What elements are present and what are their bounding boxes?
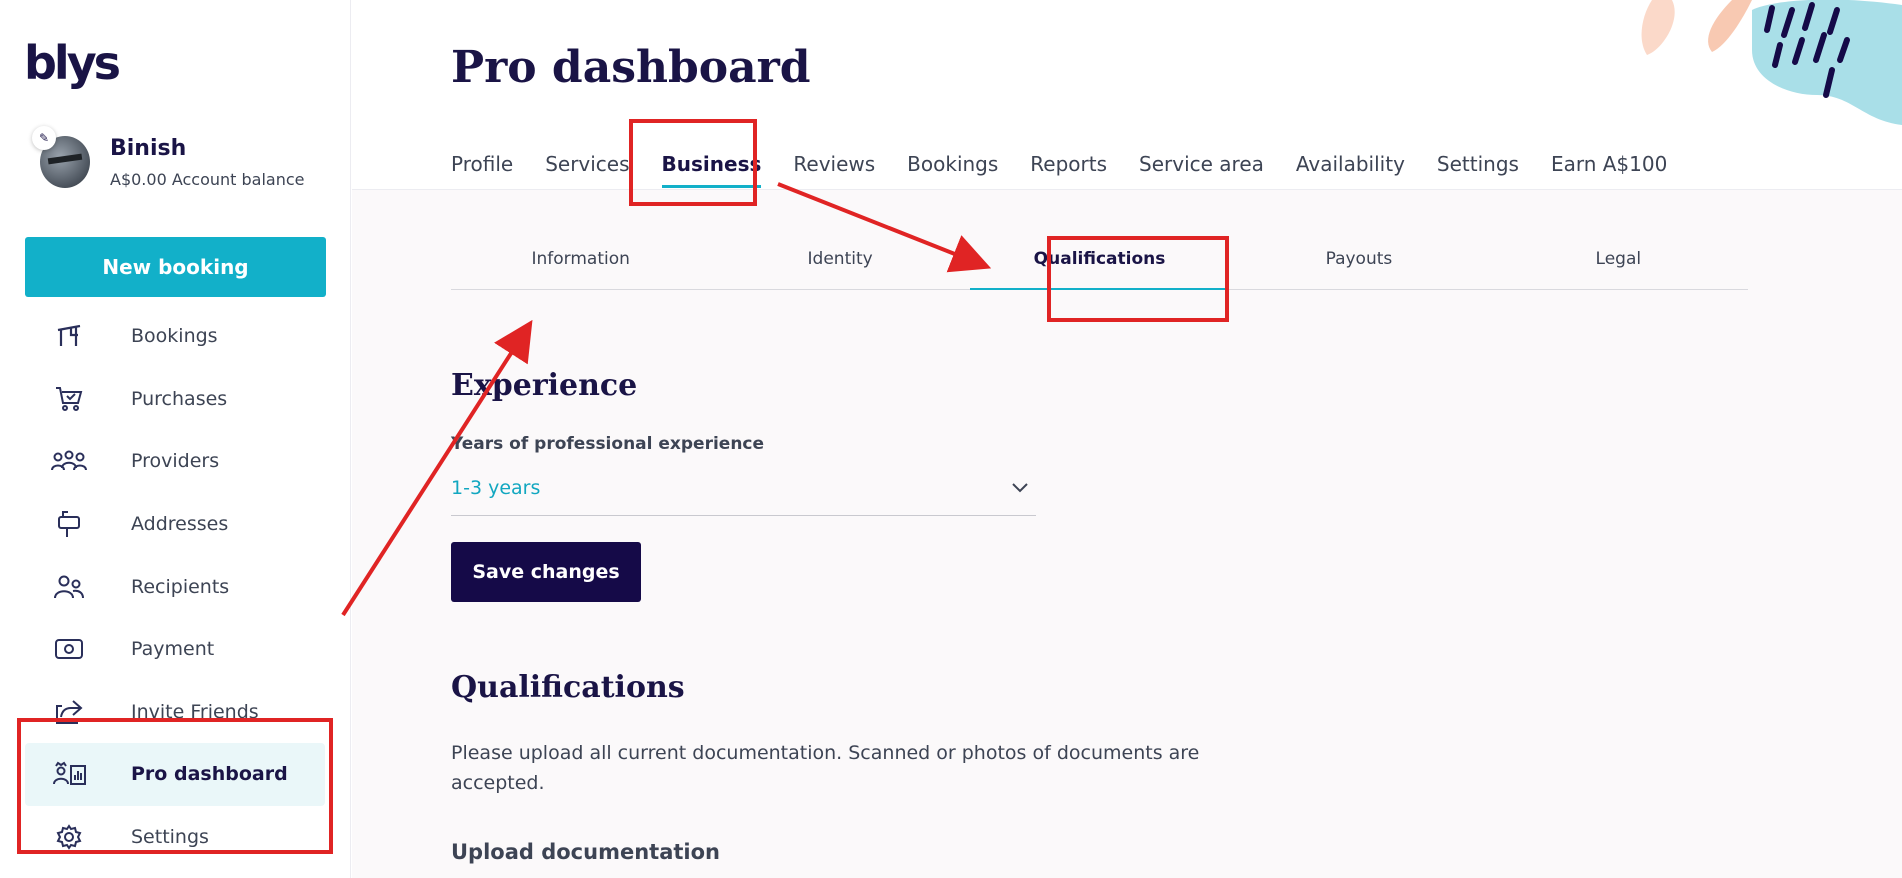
subtab-legal[interactable]: Legal (1489, 228, 1748, 289)
tab-earn[interactable]: Earn A$100 (1551, 152, 1667, 188)
page-header: Pro dashboard Profile Services Business … (352, 0, 1902, 190)
mailbox-icon (49, 508, 89, 540)
sidebar-item-label: Addresses (131, 513, 229, 536)
sidebar-item-bookings[interactable]: Bookings (25, 305, 325, 368)
providers-icon (49, 445, 89, 477)
decorative-pattern (1641, 0, 1902, 125)
subtab-payouts[interactable]: Payouts (1229, 228, 1488, 289)
sidebar-item-purchases[interactable]: Purchases (25, 368, 325, 431)
experience-select[interactable]: 1-3 years (451, 460, 1036, 516)
subtab-identity[interactable]: Identity (710, 228, 969, 289)
sidebar-item-recipients[interactable]: Recipients (25, 555, 325, 618)
qualifications-description: Please upload all current documentation.… (451, 742, 1200, 794)
save-changes-button[interactable]: Save changes (451, 542, 641, 602)
tab-availability[interactable]: Availability (1296, 152, 1405, 188)
sidebar-item-payment[interactable]: Payment (25, 618, 325, 681)
edit-pencil-icon[interactable]: ✎ (32, 126, 56, 150)
sidebar-item-label: Payment (131, 638, 215, 661)
account-balance: A$0.00 Account balance (110, 170, 305, 189)
qualifications-title: Qualifications (451, 670, 685, 705)
new-booking-button[interactable]: New booking (25, 237, 326, 297)
tab-service-area[interactable]: Service area (1139, 152, 1264, 188)
upload-documentation-title: Upload documentation (451, 840, 720, 864)
experience-selected-value: 1-3 years (451, 476, 541, 499)
profile-name: Binish (110, 136, 187, 161)
tab-settings[interactable]: Settings (1437, 152, 1519, 188)
experience-field-label: Years of professional experience (451, 434, 765, 454)
sidebar-item-label: Bookings (131, 325, 218, 348)
page-title: Pro dashboard (451, 42, 811, 93)
annotation-box-qualifications (1047, 236, 1229, 322)
sidebar-item-label: Recipients (131, 575, 230, 598)
tab-reports[interactable]: Reports (1030, 152, 1107, 188)
main-content: Pro dashboard Profile Services Business … (352, 0, 1902, 878)
tab-services[interactable]: Services (545, 152, 629, 188)
experience-title: Experience (451, 368, 638, 403)
tab-bookings[interactable]: Bookings (907, 152, 998, 188)
sidebar-item-label: Providers (131, 450, 220, 473)
payment-icon (49, 633, 89, 665)
sidebar-item-providers[interactable]: Providers (25, 430, 325, 493)
profile-card: ✎ Binish A$0.00 Account balance (32, 126, 340, 196)
sidebar-item-label: Purchases (131, 387, 228, 410)
tab-reviews[interactable]: Reviews (793, 152, 875, 188)
chevron-down-icon (1010, 478, 1030, 498)
bookings-icon (49, 320, 89, 352)
subtab-information[interactable]: Information (451, 228, 710, 289)
annotation-box-business (629, 119, 757, 206)
blys-logo[interactable]: blys (24, 36, 121, 90)
annotation-box-pro-dashboard (17, 718, 333, 854)
sidebar-item-addresses[interactable]: Addresses (25, 493, 325, 556)
tab-profile[interactable]: Profile (451, 152, 513, 188)
recipients-icon (49, 571, 89, 603)
cart-icon (49, 383, 89, 415)
